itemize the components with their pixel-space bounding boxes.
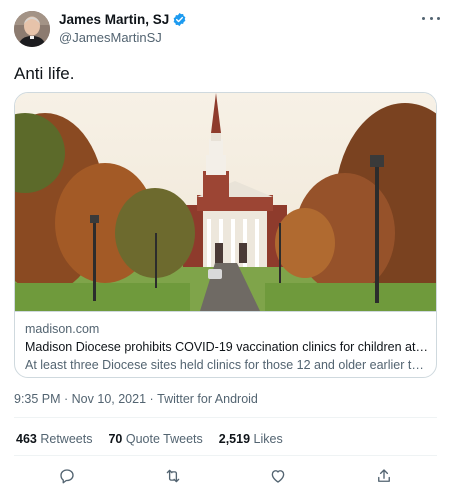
author-display-name[interactable]: James Martin, SJ [59,12,169,27]
likes-count: 2,519 [218,432,251,446]
tweet-actions [14,462,437,490]
share-icon[interactable] [367,462,401,490]
link-card-description: At least three Diocese sites held clinic… [25,358,429,372]
verified-badge-icon [172,12,187,27]
tweet-text: Anti life. [14,64,75,83]
link-card-body[interactable]: madison.com Madison Diocese prohibits CO… [15,311,436,377]
likes-stat[interactable]: 2,519 Likes [219,432,283,446]
divider [14,455,437,456]
quote-tweets-stat[interactable]: 70 Quote Tweets [108,432,202,446]
tweet-timestamp[interactable]: 9:35 PM · Nov 10, 2021 [14,392,146,406]
author-name-row: James Martin, SJ [59,12,187,27]
author-handle[interactable]: @JamesMartinSJ [59,30,162,45]
tweet-stats: 463 Retweets 70 Quote Tweets 2,519 Likes [16,432,283,446]
tweet-source[interactable]: Twitter for Android [157,392,258,406]
meta-separator: · [146,392,158,406]
link-card-title: Madison Diocese prohibits COVID-19 vacci… [25,340,429,354]
quote-tweets-count: 70 [108,432,123,446]
retweets-stat[interactable]: 463 Retweets [16,432,92,446]
divider [14,417,437,418]
tweet-meta: 9:35 PM · Nov 10, 2021 · Twitter for And… [14,392,258,406]
reply-icon[interactable] [50,462,84,490]
likes-label: Likes [253,432,283,446]
retweets-label: Retweets [40,432,93,446]
like-icon[interactable] [261,462,295,490]
link-card[interactable]: madison.com Madison Diocese prohibits CO… [14,92,437,378]
link-card-image[interactable] [15,93,436,311]
tweet: James Martin, SJ @JamesMartinSJ Anti lif… [0,0,451,493]
retweets-count: 463 [16,432,37,446]
more-options-icon[interactable] [420,10,442,26]
link-card-domain: madison.com [25,322,100,336]
avatar[interactable] [14,11,50,47]
retweet-icon[interactable] [156,462,190,490]
quote-tweets-label: Quote Tweets [125,432,203,446]
